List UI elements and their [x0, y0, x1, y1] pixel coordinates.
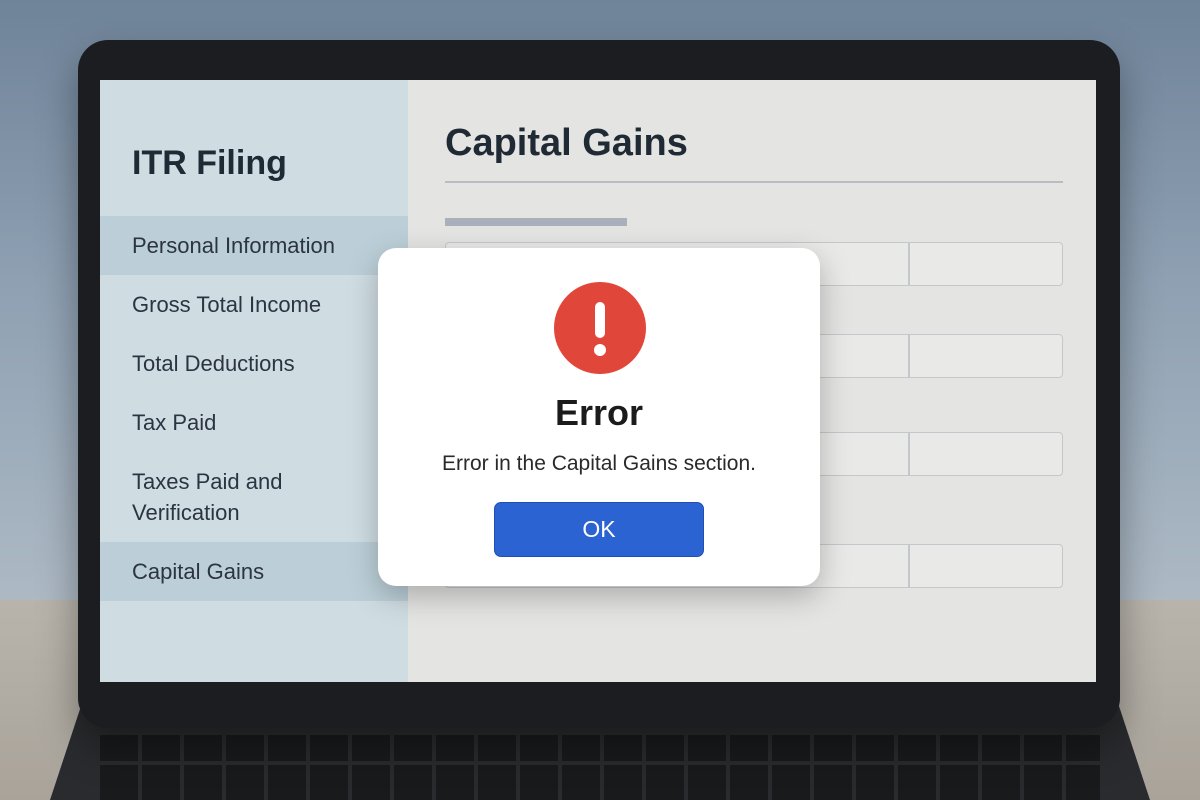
form-cell-divider: [908, 335, 910, 377]
ok-button[interactable]: OK: [494, 502, 704, 557]
sidebar-item-capital-gains[interactable]: Capital Gains: [100, 542, 408, 601]
form-cell-divider: [908, 545, 910, 587]
error-dialog: Error Error in the Capital Gains section…: [378, 248, 820, 586]
sidebar-item-taxes-paid-and-verification[interactable]: Taxes Paid and Verification: [100, 452, 390, 542]
sidebar-item-total-deductions[interactable]: Total Deductions: [100, 334, 408, 393]
section-label-placeholder: [445, 218, 627, 226]
sidebar-item-gross-total-income[interactable]: Gross Total Income: [100, 275, 408, 334]
dialog-title: Error: [554, 392, 644, 433]
sidebar-item-personal-information[interactable]: Personal Information: [100, 216, 408, 275]
sidebar-title: ITR Filing: [132, 144, 287, 182]
sidebar-item-tax-paid[interactable]: Tax Paid: [100, 393, 408, 452]
laptop-keyboard: [100, 735, 1100, 800]
sidebar: ITR Filing Personal Information Gross To…: [100, 80, 408, 682]
dialog-message: Error in the Capital Gains section.: [442, 452, 756, 475]
form-cell-divider: [908, 243, 910, 285]
exclamation-alert-icon: [554, 282, 646, 374]
form-cell-divider: [908, 433, 910, 475]
page-title: Capital Gains: [445, 122, 688, 164]
title-divider: [445, 181, 1063, 183]
sidebar-nav: Personal Information Gross Total Income …: [100, 216, 408, 601]
